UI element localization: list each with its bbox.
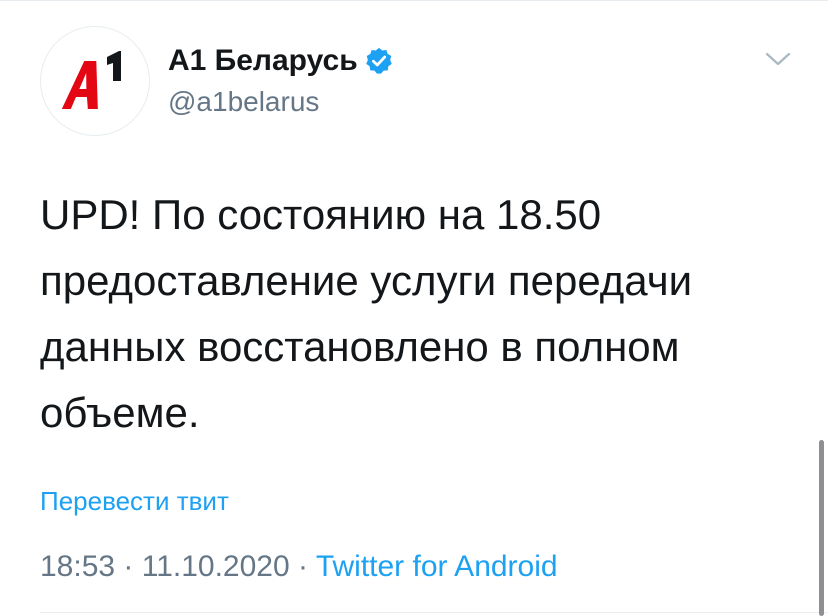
tweet-text-line: объеме.	[40, 389, 200, 436]
a1-logo-icon	[61, 51, 121, 109]
translate-tweet-link[interactable]: Перевести твит	[40, 486, 229, 517]
top-divider	[0, 0, 828, 1]
tweet-text-line: данных восстановлено в полном	[40, 323, 680, 370]
meta-separator: ·	[298, 550, 316, 583]
tweet-time[interactable]: 18:53	[40, 550, 115, 583]
tweet-text: UPD! По состоянию на 18.50 предоставлени…	[40, 182, 800, 446]
meta-separator: ·	[123, 550, 142, 583]
tweet-text-line: предоставление услуги передачи	[40, 257, 693, 304]
avatar[interactable]	[40, 26, 150, 136]
tweet-source-link[interactable]: Twitter for Android	[316, 550, 558, 583]
bottom-divider	[40, 612, 828, 613]
scrollbar[interactable]	[819, 440, 824, 616]
author-handle[interactable]: @a1belarus	[168, 86, 319, 118]
author-name-row[interactable]: A1 Беларусь	[168, 44, 394, 78]
tweet-metadata: 18:53 · 11.10.2020 · Twitter for Android	[40, 550, 558, 584]
tweet-detail-view: A1 Беларусь @a1belarus UPD! По состоянию…	[0, 0, 828, 616]
verified-badge-icon	[364, 46, 394, 76]
tweet-text-line: UPD! По состоянию на 18.50	[40, 191, 602, 238]
tweet-date[interactable]: 11.10.2020	[142, 550, 290, 583]
author-display-name[interactable]: A1 Беларусь	[168, 44, 358, 78]
chevron-down-icon[interactable]	[764, 48, 792, 70]
